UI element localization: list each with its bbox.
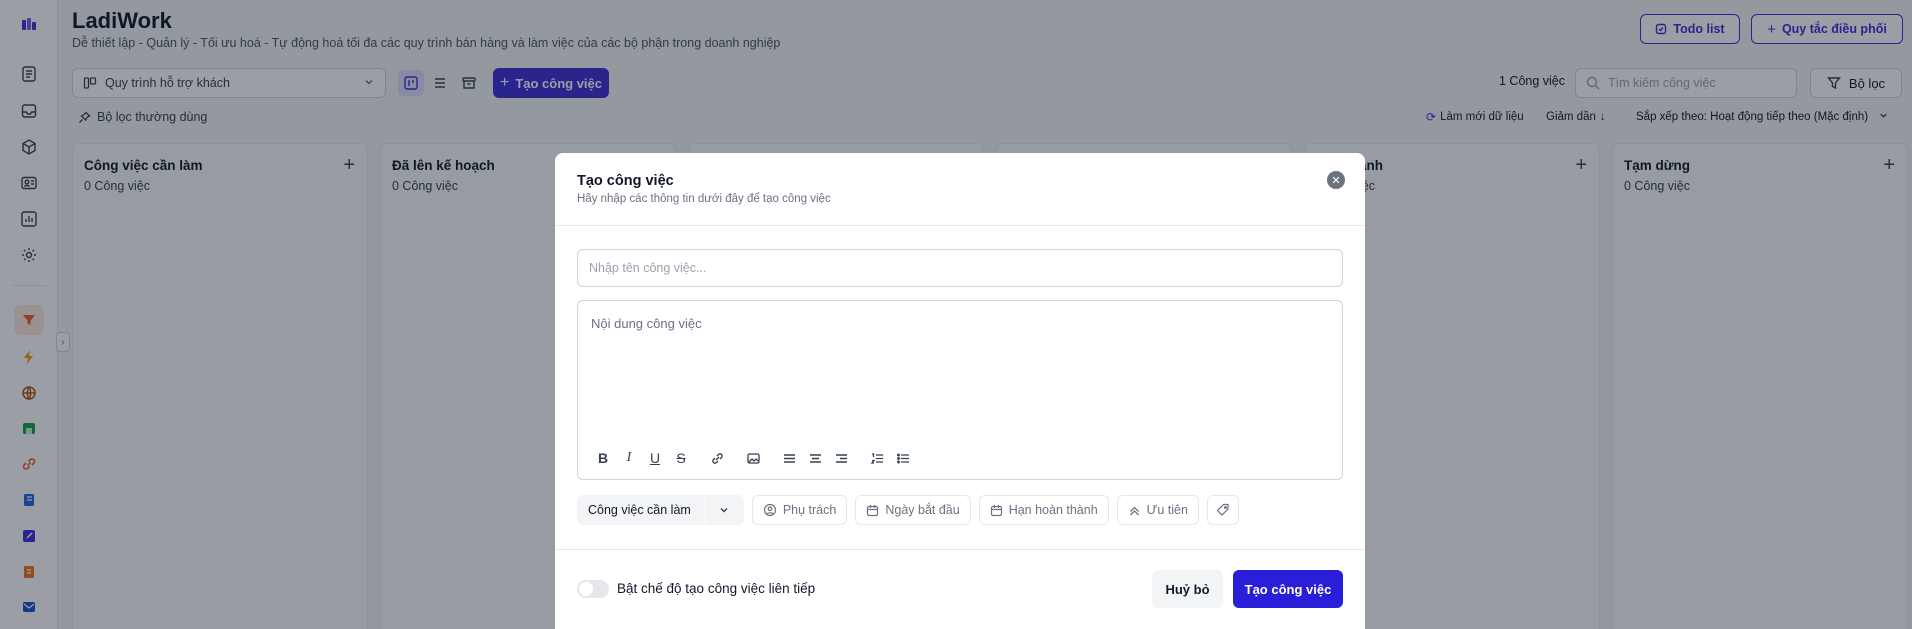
align-left-icon[interactable] — [776, 447, 802, 469]
status-select[interactable]: Công việc cần làm — [577, 495, 744, 525]
italic-icon[interactable]: I — [616, 447, 642, 469]
priority-placeholder: Ưu tiên — [1146, 503, 1188, 517]
status-value: Công việc cần làm — [588, 503, 691, 517]
app: › LadiWork Dễ thiết lập - Quản lý - Tối … — [0, 0, 1912, 629]
modal-subtitle: Hãy nhập các thông tin dưới đây để tạo c… — [577, 193, 831, 205]
bullet-list-icon[interactable] — [890, 447, 916, 469]
align-right-icon[interactable] — [828, 447, 854, 469]
link-icon[interactable] — [704, 447, 730, 469]
underline-icon[interactable]: U — [642, 447, 668, 469]
tag-button[interactable] — [1206, 495, 1239, 525]
content-placeholder: Nội dung công việc — [591, 316, 702, 331]
priority-chevrons-icon — [1129, 506, 1139, 515]
modal-title: Tạo công việc — [577, 173, 674, 189]
ordered-list-icon[interactable] — [864, 447, 890, 469]
task-properties: Công việc cần làm Phụ trách Ngày bắt đầu… — [577, 495, 1239, 525]
due-date-field[interactable]: Hạn hoàn thành — [978, 495, 1109, 525]
strikethrough-icon[interactable]: S — [668, 447, 694, 469]
calendar-icon — [867, 504, 879, 516]
assignee-field[interactable]: Phụ trách — [751, 495, 848, 525]
calendar-icon — [990, 504, 1002, 516]
modal-divider — [555, 225, 1365, 226]
image-icon[interactable] — [740, 447, 766, 469]
priority-field[interactable]: Ưu tiên — [1116, 495, 1199, 525]
editor-toolbar: B I U S — [590, 447, 916, 469]
task-content-editor[interactable]: Nội dung công việc B I U S — [577, 300, 1343, 480]
close-icon[interactable]: ✕ — [1327, 171, 1345, 189]
start-date-field[interactable]: Ngày bắt đầu — [855, 495, 971, 525]
bold-icon[interactable]: B — [590, 447, 616, 469]
cancel-button[interactable]: Huỷ bỏ — [1152, 570, 1223, 608]
submit-create-task-button[interactable]: Tạo công việc — [1233, 570, 1343, 608]
task-name-input[interactable] — [577, 249, 1343, 287]
create-task-modal: Tạo công việc Hãy nhập các thông tin dướ… — [555, 153, 1365, 629]
align-center-icon[interactable] — [802, 447, 828, 469]
start-date-placeholder: Ngày bắt đầu — [885, 503, 960, 517]
user-circle-icon — [763, 503, 776, 517]
chevron-down-icon — [704, 495, 743, 525]
modal-divider — [555, 549, 1365, 550]
continuous-create-toggle[interactable] — [577, 580, 609, 598]
tag-icon — [1216, 503, 1229, 516]
continuous-create-label: Bật chế độ tạo công việc liên tiếp — [617, 581, 816, 596]
due-date-placeholder: Hạn hoàn thành — [1008, 503, 1098, 517]
assignee-placeholder: Phụ trách — [782, 503, 837, 517]
